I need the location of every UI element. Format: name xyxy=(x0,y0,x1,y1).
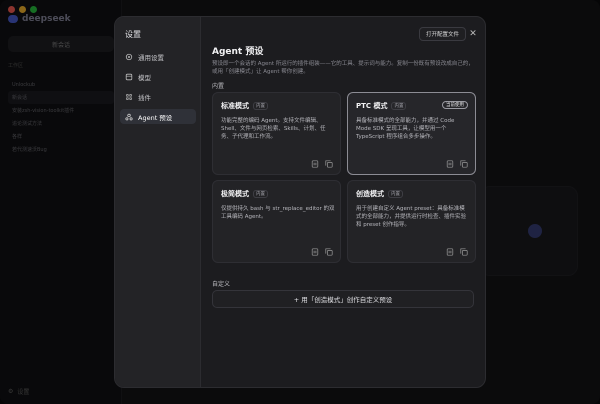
nav-item-plugins[interactable]: 插件 xyxy=(120,89,196,104)
preset-name: 创造模式 xyxy=(356,190,384,198)
preset-card-creator[interactable]: 创造模式 内置 用于创建自定义 Agent preset：具备标准模式的全部能力… xyxy=(347,180,476,263)
copy-icon[interactable] xyxy=(460,160,468,168)
page-title: Agent 预设 xyxy=(212,47,264,57)
builtin-badge: 内置 xyxy=(391,102,407,110)
nav-item-agent-presets[interactable]: Agent 预设 xyxy=(120,109,196,124)
nav-item-general[interactable]: 通用设置 xyxy=(120,49,196,64)
builtin-badge: 内置 xyxy=(253,190,268,198)
preset-name: 极简模式 xyxy=(221,190,249,198)
copy-icon[interactable] xyxy=(325,248,333,256)
builtin-badge: 内置 xyxy=(388,190,403,198)
details-icon[interactable] xyxy=(446,160,454,168)
preset-card-ptc[interactable]: PTC 模式 内置 当前使用 具备标准模式的全部能力，并通过 Code Mode… xyxy=(347,92,476,175)
card-actions xyxy=(311,248,333,256)
agent-icon xyxy=(125,113,133,121)
settings-dialog: 设置 通用设置 模型 插件 Agent 预设 打开配置文件 ✕ Agent 预设… xyxy=(114,16,486,388)
nav-item-models[interactable]: 模型 xyxy=(120,69,196,84)
settings-nav: 设置 通用设置 模型 插件 Agent 预设 xyxy=(115,17,201,387)
settings-title: 设置 xyxy=(125,30,141,39)
current-preset-badge: 当前使用 xyxy=(442,101,468,109)
preset-description: 具备标准模式的全部能力，并通过 Code Mode SDK 呈现工具，让模型用一… xyxy=(356,118,455,140)
custom-section-label: 自定义 xyxy=(212,281,231,288)
card-actions xyxy=(446,160,468,168)
gear-icon xyxy=(125,53,133,61)
close-icon[interactable]: ✕ xyxy=(467,28,479,40)
details-icon[interactable] xyxy=(311,248,319,256)
open-config-file-button[interactable]: 打开配置文件 xyxy=(419,27,467,41)
copy-icon[interactable] xyxy=(325,160,333,168)
plugin-icon xyxy=(125,93,133,101)
builtin-badge: 内置 xyxy=(253,102,268,110)
create-custom-preset-button[interactable]: + 用「创造模式」创作自定义预设 xyxy=(212,290,474,308)
details-icon[interactable] xyxy=(311,160,319,168)
details-icon[interactable] xyxy=(446,248,454,256)
copy-icon[interactable] xyxy=(460,248,468,256)
nav-item-label: 通用设置 xyxy=(138,53,164,62)
preset-card-minimal[interactable]: 极简模式 内置 仅提供持久 bash 与 str_replace_editor … xyxy=(212,180,341,263)
card-actions xyxy=(311,160,333,168)
card-header: 极简模式 内置 xyxy=(221,189,268,199)
card-header: PTC 模式 内置 xyxy=(356,101,407,111)
builtin-section-label: 内置 xyxy=(212,83,225,90)
card-actions xyxy=(446,248,468,256)
preset-card-standard[interactable]: 标准模式 内置 功能完整的编码 Agent。支持文件编辑、Shell、文件与网页… xyxy=(212,92,341,175)
nav-item-label: 模型 xyxy=(138,73,151,82)
card-header: 标准模式 内置 xyxy=(221,101,268,111)
preset-name: 标准模式 xyxy=(221,102,249,110)
card-header: 创造模式 内置 xyxy=(356,189,403,199)
cube-icon xyxy=(125,73,133,81)
preset-description: 仅提供持久 bash 与 str_replace_editor 的双工具编码 A… xyxy=(221,206,335,220)
preset-name: PTC 模式 xyxy=(356,102,388,110)
preset-description: 用于创建自定义 Agent preset：具备标准模式的全部能力，并提供运行时检… xyxy=(356,206,467,228)
nav-item-label: 插件 xyxy=(138,93,151,102)
nav-item-label: Agent 预设 xyxy=(138,113,173,122)
preset-description: 功能完整的编码 Agent。支持文件编辑、Shell、文件与网页检索、Skill… xyxy=(221,118,326,140)
page-description: 预设即一个会话的 Agent 所运行的插件组装——它的工具、提示词与能力。复制一… xyxy=(212,61,474,75)
